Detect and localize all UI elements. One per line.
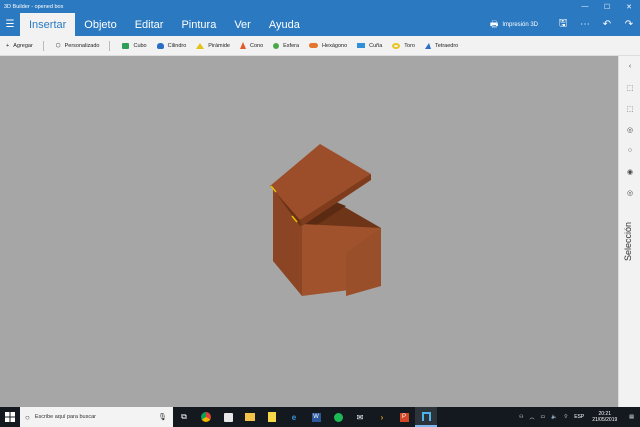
plus-icon: + xyxy=(6,42,10,49)
clock-date: 21/05/2019 xyxy=(592,417,618,423)
search-placeholder: Escribe aquí para buscar xyxy=(34,414,96,420)
window-title: 3D Builder - opened box xyxy=(4,3,64,10)
collapse-panel-icon[interactable]: ‹ xyxy=(619,56,640,77)
custom-label: Personalizado xyxy=(64,42,100,49)
microphone-icon[interactable]: 🎙 xyxy=(158,413,167,421)
menu-right-tools: 🖶 Impresión 3D 🖫 ⋯ ↶ ↷ xyxy=(490,13,640,36)
toolbar-divider xyxy=(109,40,111,51)
edge-icon[interactable]: e xyxy=(283,407,305,427)
shape-button-hexagono[interactable]: Hexágono xyxy=(309,43,347,49)
shape-button-piramide[interactable]: Pirámide xyxy=(196,42,230,49)
shape-button-cuna[interactable]: Cuña xyxy=(357,43,382,49)
system-tray: ⚇ ︿ ▭ 🔈 ⌔ ESP 20:21 21/05/2019 ▤ xyxy=(513,407,640,427)
menu-bar: ☰ Insertar Objeto Editar Pintura Ver Ayu… xyxy=(0,13,640,36)
spotify-icon[interactable] xyxy=(327,407,349,427)
maximize-button[interactable]: ☐ xyxy=(596,0,618,13)
shape-button-tetraedro[interactable]: Tetraedro xyxy=(424,42,459,49)
task-view-icon[interactable]: ⧉ xyxy=(173,407,195,427)
cone-icon xyxy=(239,42,246,49)
show-hidden-icons-icon[interactable]: ︿ xyxy=(530,414,535,421)
pyramid-icon xyxy=(196,42,205,49)
tab-ver[interactable]: Ver xyxy=(225,13,260,36)
3d-viewport[interactable] xyxy=(0,56,618,407)
network-icon[interactable]: ⌔ xyxy=(564,414,569,420)
shape-button-cilindro[interactable]: Cilindro xyxy=(156,42,187,49)
insert-toolbar: + Agregar ⬡ Personalizado Cubo Cilindro … xyxy=(0,36,640,56)
tab-pintura[interactable]: Pintura xyxy=(172,13,225,36)
paint-select-icon[interactable]: ◉ xyxy=(619,161,640,182)
cylinder-icon xyxy=(156,42,164,49)
plex-icon[interactable]: › xyxy=(371,407,393,427)
torus-icon xyxy=(392,42,401,49)
title-bar: 3D Builder - opened box — ☐ ✕ xyxy=(0,0,640,13)
save-icon[interactable]: 🖫 xyxy=(552,13,574,36)
sticky-notes-icon[interactable] xyxy=(261,407,283,427)
add-label: Agregar xyxy=(13,42,33,49)
tab-ayuda[interactable]: Ayuda xyxy=(260,13,309,36)
shape-label: Cubo xyxy=(133,42,147,49)
select-edges-icon[interactable]: ◎ xyxy=(619,119,640,140)
close-button[interactable]: ✕ xyxy=(618,0,640,13)
action-center-icon[interactable]: ▤ xyxy=(629,414,634,420)
shape-button-esfera[interactable]: Esfera xyxy=(273,42,300,49)
word-icon[interactable]: W xyxy=(305,407,327,427)
tab-insertar[interactable]: Insertar xyxy=(20,13,76,36)
chrome-icon[interactable] xyxy=(195,407,217,427)
sphere-icon xyxy=(273,42,280,49)
shape-label: Esfera xyxy=(283,42,300,49)
windows-taskbar: ○ Escribe aquí para buscar 🎙 ⧉ e W ✉ › P… xyxy=(0,407,640,427)
custom-cube-icon: ⬡ xyxy=(55,42,61,49)
store-icon[interactable] xyxy=(217,407,239,427)
app-window: 3D Builder - opened box — ☐ ✕ ☰ Insertar… xyxy=(0,0,640,427)
redo-icon[interactable]: ↷ xyxy=(618,13,640,36)
group-select-icon[interactable]: ◎ xyxy=(619,182,640,203)
selection-panel: ‹ ⬚ ⬚ ◎ ○ ◉ ◎ Selección xyxy=(618,56,640,407)
undo-icon[interactable]: ↶ xyxy=(596,13,618,36)
cube-icon xyxy=(122,42,130,49)
shape-label: Cilindro xyxy=(167,42,187,49)
volume-icon[interactable]: 🔈 xyxy=(551,414,557,420)
shape-label: Tetraedro xyxy=(434,42,459,49)
box-model[interactable] xyxy=(0,56,618,407)
shape-label: Pirámide xyxy=(208,42,230,49)
select-faces-icon[interactable]: ⬚ xyxy=(619,98,640,119)
shape-button-toro[interactable]: Toro xyxy=(392,42,415,49)
shape-label: Cuña xyxy=(369,42,383,49)
tab-editar[interactable]: Editar xyxy=(126,13,173,36)
wedge-icon xyxy=(357,43,366,48)
shape-label: Hexágono xyxy=(322,42,348,49)
powerpoint-icon[interactable]: P xyxy=(393,407,415,427)
print-3d-label: Impresión 3D xyxy=(502,21,538,28)
taskbar-search-box[interactable]: ○ Escribe aquí para buscar 🎙 xyxy=(20,407,173,427)
toolbar-divider xyxy=(42,40,44,51)
clock[interactable]: 20:21 21/05/2019 xyxy=(592,411,617,423)
3d-builder-taskbar-icon[interactable] xyxy=(415,407,437,427)
shape-button-cono[interactable]: Cono xyxy=(239,42,264,49)
tab-objeto[interactable]: Objeto xyxy=(75,13,125,36)
hamburger-menu-icon[interactable]: ☰ xyxy=(0,13,20,36)
hexagon-icon xyxy=(309,43,319,48)
minimize-button[interactable]: — xyxy=(574,0,596,13)
people-icon[interactable]: ⚇ xyxy=(519,414,523,420)
more-options-icon[interactable]: ⋯ xyxy=(574,13,596,36)
shape-button-cubo[interactable]: Cubo xyxy=(122,42,147,49)
tetrahedron-icon xyxy=(424,42,431,49)
shape-label: Cono xyxy=(249,42,264,49)
shape-label: Toro xyxy=(404,42,415,49)
language-indicator[interactable]: ESP xyxy=(574,414,584,420)
select-objects-icon[interactable]: ⬚ xyxy=(619,77,640,98)
mail-icon[interactable]: ✉ xyxy=(349,407,371,427)
select-vertices-icon[interactable]: ○ xyxy=(619,140,640,161)
windows-start-button[interactable] xyxy=(0,407,20,427)
print-3d-button[interactable]: 🖶 Impresión 3D xyxy=(490,17,538,33)
custom-button[interactable]: ⬡ Personalizado xyxy=(56,43,100,49)
add-button[interactable]: + Agregar xyxy=(6,43,33,49)
file-explorer-icon[interactable] xyxy=(239,407,261,427)
battery-icon[interactable]: ▭ xyxy=(541,414,546,420)
search-icon: ○ xyxy=(25,412,30,422)
windows-logo-icon xyxy=(5,412,15,422)
window-controls: — ☐ ✕ xyxy=(574,0,640,13)
selection-label: Selección xyxy=(623,221,633,261)
printer-icon: 🖶 xyxy=(489,18,499,29)
